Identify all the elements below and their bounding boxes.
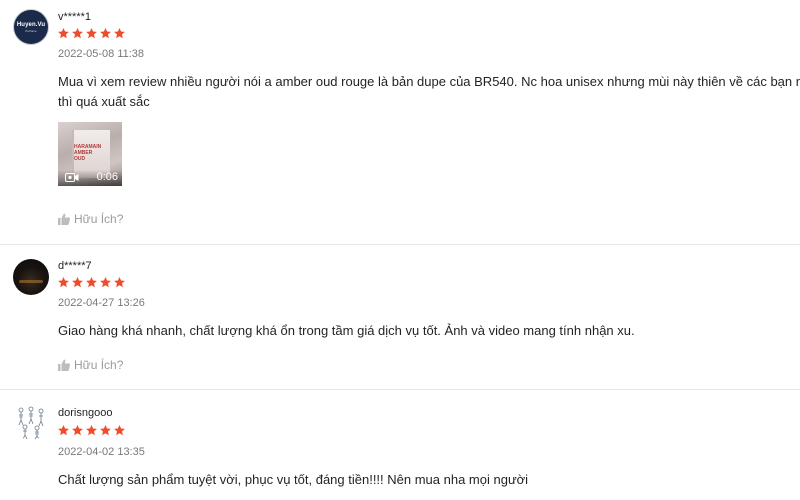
rating-stars	[57, 27, 126, 40]
review-comment: Chất lượng sản phẩm tuyệt vời, phục vụ t…	[58, 470, 800, 490]
helpful-button[interactable]: Hữu Ích?	[58, 358, 123, 372]
star-icon	[72, 276, 83, 288]
star-icon	[58, 424, 69, 436]
avatar-brand-subtext: Perfume	[25, 28, 37, 33]
star-icon	[100, 276, 111, 288]
product-box-label: HARAMAIN AMBER OUD	[74, 144, 102, 162]
comment-line: Mua vì xem review nhiều người nói a ambe…	[58, 74, 800, 89]
helpful-label: Hữu Ích?	[74, 212, 124, 226]
star-icon	[86, 424, 97, 436]
review-item: d*****7 2022-04-27 13:26 Giao hàng khá n…	[0, 245, 800, 390]
rating-stars	[57, 276, 126, 289]
review-comment: Giao hàng khá nhanh, chất lượng khá ổn t…	[58, 321, 800, 341]
star-icon	[114, 27, 125, 39]
thumbs-up-icon	[58, 213, 70, 225]
thumbs-up-icon	[58, 359, 70, 371]
star-icon	[86, 27, 97, 39]
comment-line: Chất lượng sản phẩm tuyệt vời, phục vụ t…	[58, 472, 529, 487]
avatar-sketch-image	[18, 406, 44, 440]
review-video-thumbnail[interactable]: HARAMAIN AMBER OUD 0:06	[58, 122, 122, 186]
review-date: 2022-04-02 13:35	[58, 446, 145, 458]
video-duration: 0:06	[96, 171, 118, 183]
reviewer-username[interactable]: v*****1	[58, 11, 91, 23]
video-camera-icon	[65, 173, 79, 182]
avatar-brand-text: Huyen.Vu	[16, 21, 46, 28]
star-icon	[114, 424, 125, 436]
review-item: Huyen.Vu Perfume v*****1 2022-05-08 11:3…	[0, 0, 800, 245]
helpful-label: Hữu Ích?	[74, 358, 124, 372]
star-icon	[58, 27, 69, 39]
star-icon	[86, 276, 97, 288]
star-icon	[72, 424, 83, 436]
avatar-photo-detail	[19, 280, 43, 283]
avatar[interactable]	[13, 404, 49, 440]
reviewer-username[interactable]: dorisngooo	[58, 407, 112, 419]
star-icon	[100, 424, 111, 436]
avatar[interactable]: Huyen.Vu Perfume	[13, 9, 49, 45]
star-icon	[100, 27, 111, 39]
star-icon	[72, 27, 83, 39]
review-date: 2022-04-27 13:26	[58, 297, 145, 309]
reviewer-username[interactable]: d*****7	[58, 260, 92, 272]
star-icon	[58, 276, 69, 288]
helpful-button[interactable]: Hữu Ích?	[58, 212, 123, 226]
avatar[interactable]	[13, 259, 49, 295]
review-date: 2022-05-08 11:38	[58, 48, 145, 60]
comment-line: thì quá xuất sắc	[58, 94, 150, 109]
star-icon	[114, 276, 125, 288]
rating-stars	[57, 424, 126, 437]
review-comment: Mua vì xem review nhiều người nói a ambe…	[58, 72, 800, 112]
review-item: dorisngooo 2022-04-02 13:35 Chất lượng s…	[0, 390, 800, 500]
comment-line: Giao hàng khá nhanh, chất lượng khá ổn t…	[58, 323, 635, 338]
